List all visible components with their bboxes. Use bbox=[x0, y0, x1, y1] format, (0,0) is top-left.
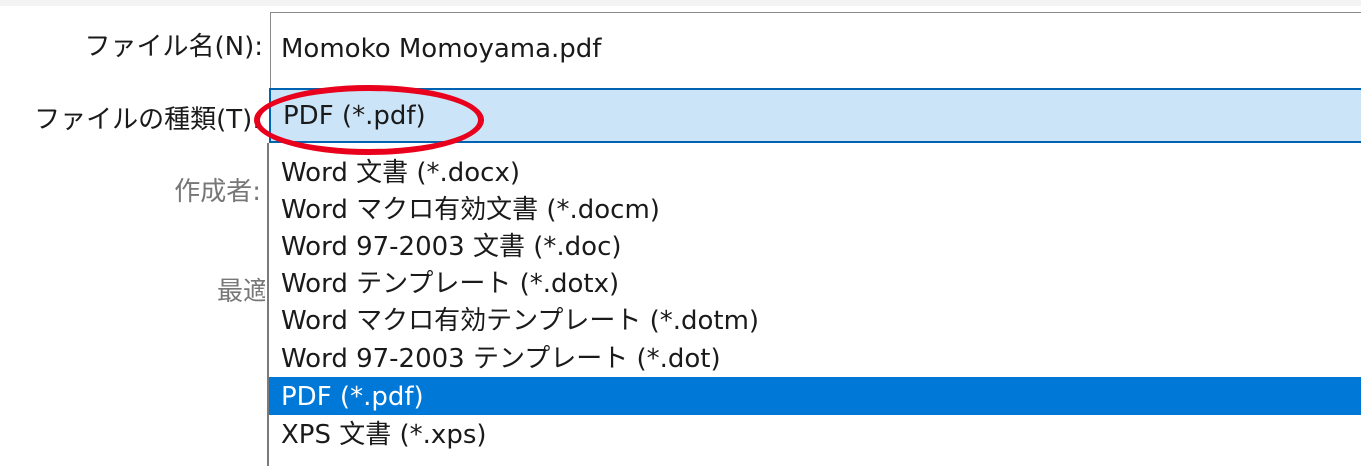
filetype-option[interactable]: PDF (*.pdf) bbox=[269, 377, 1361, 415]
dialog-top-strip bbox=[0, 0, 1361, 6]
filetype-option[interactable]: Word マクロ有効文書 (*.docm) bbox=[269, 190, 1361, 230]
filetype-option[interactable]: Word 文書 (*.docx) bbox=[269, 153, 1361, 193]
filetype-option[interactable]: Word マクロ有効テンプレート (*.dotm) bbox=[269, 301, 1361, 341]
filetype-options-list[interactable]: Word 文書 (*.docx) Word マクロ有効文書 (*.docm) Wor… bbox=[267, 143, 1361, 466]
filename-value: Momoko Momoyama.pdf bbox=[281, 34, 602, 64]
author-label: 作成者: bbox=[174, 177, 261, 207]
filetype-option[interactable]: XPS 文書 (*.xps) bbox=[269, 415, 1361, 455]
filename-label: ファイル名(N): bbox=[84, 32, 264, 62]
filetype-dropdown[interactable]: PDF (*.pdf) bbox=[269, 88, 1361, 143]
filetype-option[interactable]: Word テンプレート (*.dotx) bbox=[269, 264, 1361, 304]
optimize-label: 最適 bbox=[217, 277, 265, 307]
filetype-label: ファイルの種類(T): bbox=[34, 105, 261, 135]
filetype-selected-value: PDF (*.pdf) bbox=[283, 101, 426, 131]
filetype-option[interactable]: Word 97-2003 文書 (*.doc) bbox=[269, 227, 1361, 267]
filetype-option[interactable]: Word 97-2003 テンプレート (*.dot) bbox=[269, 339, 1361, 379]
